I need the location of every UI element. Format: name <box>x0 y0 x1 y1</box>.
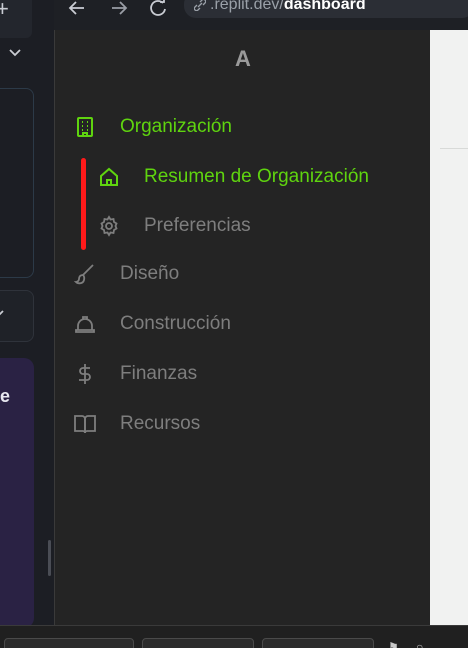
sidebar-item-preferencias[interactable]: Preferencias <box>97 211 417 241</box>
sidebar-item-label: Organización <box>120 116 232 137</box>
sidebar-item-diseno[interactable]: Diseño <box>73 259 413 289</box>
sidebar-item-finanzas[interactable]: Finanzas <box>73 359 413 389</box>
promo-card-text: e <box>0 386 11 406</box>
home-icon <box>97 165 121 189</box>
new-tab-button[interactable]: + <box>0 0 32 38</box>
brand-logo[interactable]: A <box>55 46 431 72</box>
browser-toolbar: .replit.dev/dashboard <box>54 0 468 30</box>
sidebar-item-label: Preferencias <box>144 215 251 236</box>
sidebar-item-label: Finanzas <box>120 363 198 384</box>
building-icon <box>73 115 97 139</box>
back-arrow-icon[interactable] <box>68 0 86 17</box>
address-bar[interactable]: .replit.dev/dashboard <box>184 0 468 18</box>
active-section-indicator <box>81 158 86 250</box>
taskbar-item[interactable] <box>4 638 134 648</box>
hard-hat-icon <box>73 312 97 336</box>
gear-icon <box>97 214 121 238</box>
taskbar: ⚑ ○ <box>0 625 468 648</box>
screen: + e .replit.dev/dashboard A Organización… <box>0 0 468 648</box>
brush-icon <box>73 262 97 286</box>
forward-arrow-icon[interactable] <box>110 0 128 17</box>
sidebar-item-label: Recursos <box>120 413 201 434</box>
sidebar-item-organizacion[interactable]: Organización <box>73 112 413 142</box>
ide-dropdown[interactable] <box>0 290 34 342</box>
link-icon <box>193 0 207 16</box>
app-sidebar: A Organización Resumen de Organización P… <box>54 30 430 625</box>
chevron-down-icon <box>0 307 5 326</box>
sidebar-item-resumen-organizacion[interactable]: Resumen de Organización <box>97 162 417 192</box>
url-text: .replit.dev/dashboard <box>210 0 366 14</box>
dollar-icon <box>73 362 97 386</box>
book-icon <box>73 412 97 436</box>
flag-icon[interactable]: ⚑ <box>388 640 399 648</box>
taskbar-item[interactable] <box>262 638 374 648</box>
sidebar-item-label: Construcción <box>120 313 231 334</box>
divider <box>440 148 468 149</box>
promo-card: e <box>0 358 34 628</box>
sidebar-item-recursos[interactable]: Recursos <box>73 409 413 439</box>
sidebar-item-construccion[interactable]: Construcción <box>73 309 413 339</box>
reload-icon[interactable] <box>148 0 168 17</box>
chevron-down-icon[interactable] <box>8 46 22 65</box>
plus-icon: + <box>0 0 9 21</box>
search-icon[interactable]: ○ <box>416 640 423 648</box>
url-path: dashboard <box>283 0 366 13</box>
sidebar-item-label: Diseño <box>120 263 180 284</box>
ide-panel-box <box>0 88 34 278</box>
scrollbar[interactable] <box>48 540 51 576</box>
sidebar-item-label: Resumen de Organización <box>144 166 369 187</box>
main-content <box>430 30 468 625</box>
ide-left-panel: + e <box>0 0 54 628</box>
taskbar-item[interactable] <box>142 638 254 648</box>
url-domain: .replit.dev/ <box>210 0 284 13</box>
